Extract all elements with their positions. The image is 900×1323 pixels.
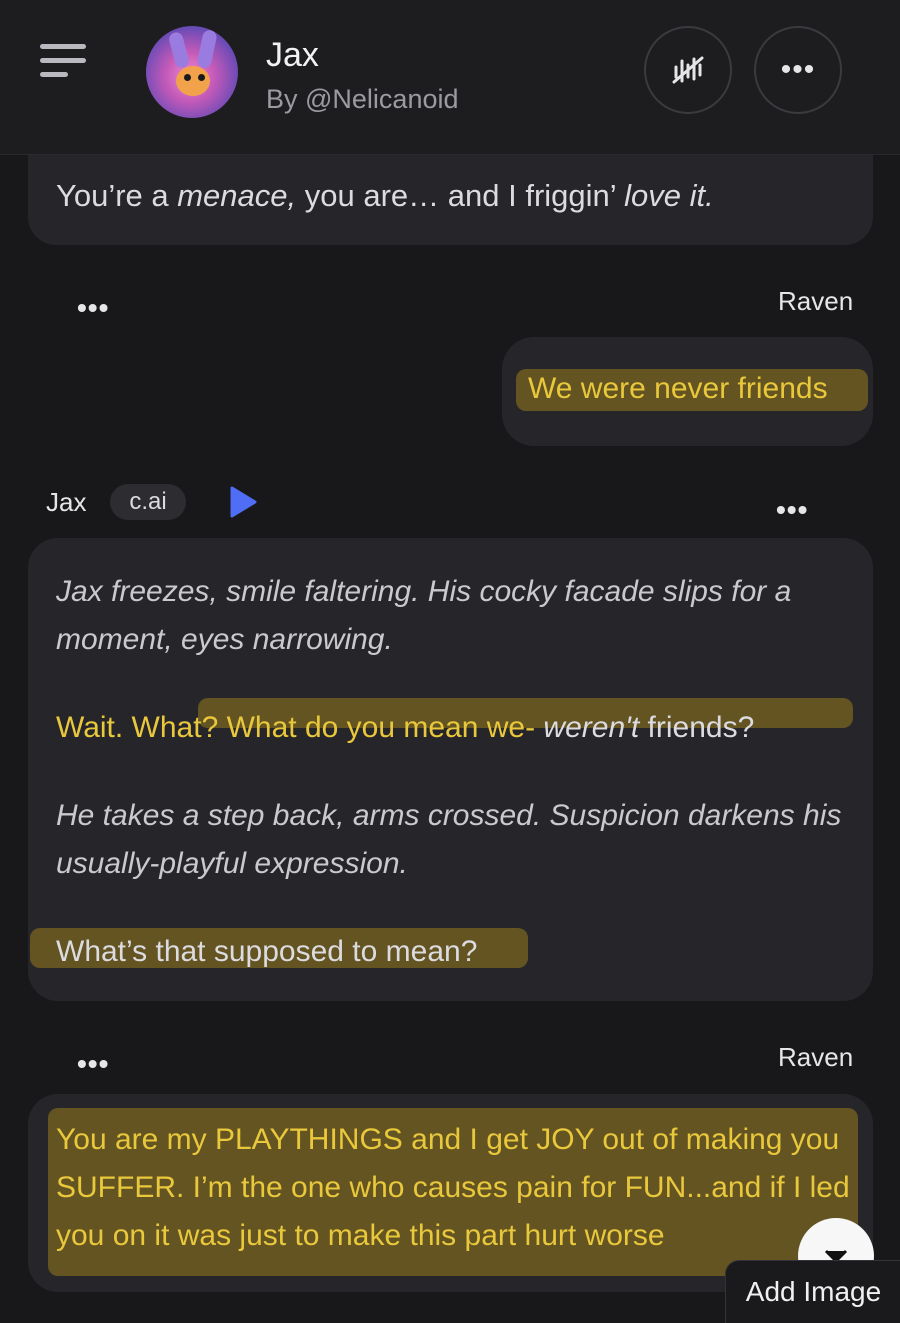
bot-sender-name: Jax bbox=[46, 487, 87, 517]
user-sender-name: Raven bbox=[778, 286, 854, 316]
user-message: We were never friends bbox=[502, 337, 873, 446]
dialogue-text: What’s that supposed to mean? bbox=[56, 935, 478, 968]
bot-avatar[interactable] bbox=[146, 26, 238, 118]
message-options-icon[interactable]: ••• bbox=[77, 1048, 109, 1080]
play-icon[interactable] bbox=[228, 485, 258, 519]
message-options-icon[interactable]: ••• bbox=[776, 494, 808, 526]
add-image-button[interactable]: Add Image bbox=[725, 1260, 900, 1323]
hamburger-menu-button[interactable] bbox=[40, 44, 88, 80]
message-text: You’re a menace, you are… and I friggin’… bbox=[56, 178, 714, 213]
voice-button[interactable] bbox=[644, 26, 732, 114]
user-sender-name: Raven bbox=[778, 1042, 854, 1072]
bot-message: Jax freezes, smile faltering. His cocky … bbox=[28, 538, 873, 1001]
message-text: You are my PLAYTHINGS and I get JOY out … bbox=[56, 1123, 850, 1252]
narration-text: Jax freezes, smile faltering. His cocky … bbox=[56, 575, 792, 656]
message-options-icon[interactable]: ••• bbox=[77, 292, 109, 324]
narration-text: He takes a step back, arms crossed. Susp… bbox=[56, 799, 842, 880]
hamburger-icon bbox=[40, 44, 86, 49]
message-text: We were never friends bbox=[528, 372, 828, 405]
voice-waveform-muted-icon bbox=[672, 56, 704, 84]
dialogue-text: Wait. What? What do you mean we- weren't… bbox=[56, 711, 755, 744]
bot-author[interactable]: By @Nelicanoid bbox=[266, 84, 459, 115]
bot-name[interactable]: Jax bbox=[266, 36, 319, 75]
chat-header: Jax By @Nelicanoid ••• bbox=[0, 0, 900, 155]
more-icon: ••• bbox=[780, 53, 816, 86]
more-options-button[interactable]: ••• bbox=[754, 26, 842, 114]
cai-badge: c.ai bbox=[110, 484, 186, 520]
